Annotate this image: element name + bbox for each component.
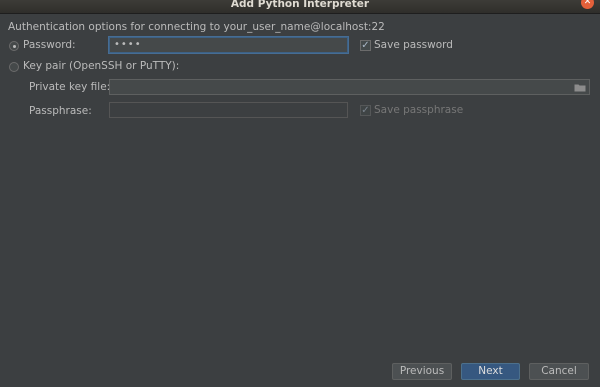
- passphrase-input[interactable]: [109, 102, 348, 118]
- folder-icon[interactable]: [574, 83, 586, 92]
- previous-button[interactable]: Previous: [392, 363, 452, 380]
- password-label: Password:: [23, 39, 76, 51]
- private-key-file-input[interactable]: [109, 79, 590, 95]
- window-title: Add Python Interpreter: [230, 0, 370, 10]
- password-field[interactable]: ••••: [109, 37, 348, 53]
- next-button[interactable]: Next: [461, 363, 520, 380]
- private-key-file-label: Private key file:: [29, 81, 111, 93]
- passphrase-label: Passphrase:: [29, 105, 92, 117]
- password-radio[interactable]: [9, 41, 19, 51]
- keypair-label: Key pair (OpenSSH or PuTTY):: [23, 60, 180, 72]
- save-password-checkbox[interactable]: ✓: [360, 40, 371, 51]
- dialog-content: Authentication options for connecting to…: [0, 14, 600, 387]
- save-passphrase-checkbox[interactable]: ✓: [360, 105, 371, 116]
- auth-header: Authentication options for connecting to…: [8, 21, 385, 33]
- cancel-button[interactable]: Cancel: [529, 363, 589, 380]
- save-password-label: Save password: [374, 39, 453, 51]
- save-passphrase-label: Save passphrase: [374, 104, 464, 116]
- title-bar: Add Python Interpreter ✕: [0, 0, 600, 14]
- keypair-radio[interactable]: [9, 62, 19, 72]
